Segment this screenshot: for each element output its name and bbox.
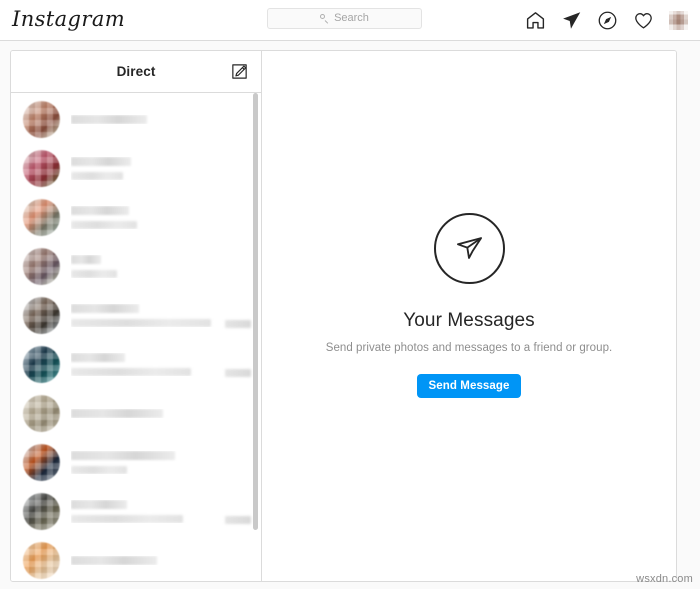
thread-text-redacted: [71, 353, 217, 376]
thread-text-redacted: [71, 206, 251, 229]
thread-timestamp-redacted: [225, 369, 251, 377]
thread-avatar: [23, 444, 60, 481]
thread-row[interactable]: [11, 536, 261, 581]
thread-preview-redacted: [71, 466, 127, 474]
thread-list-column: Direct: [11, 51, 262, 581]
thread-username-redacted: [71, 500, 127, 509]
thread-text-redacted: [71, 409, 251, 418]
thread-avatar: [23, 542, 60, 579]
direct-messages-panel: Direct Your Messages Send private photos…: [10, 50, 677, 582]
thread-username-redacted: [71, 255, 101, 264]
thread-avatar: [23, 248, 60, 285]
thread-text-redacted: [71, 304, 217, 327]
thread-row[interactable]: [11, 95, 261, 144]
thread-list-scrollbar-track[interactable]: [251, 93, 259, 581]
thread-row[interactable]: [11, 389, 261, 438]
watermark: wsxdn.com: [636, 573, 693, 585]
thread-username-redacted: [71, 157, 131, 166]
empty-state-title: Your Messages: [403, 309, 535, 331]
thread-text-redacted: [71, 255, 251, 278]
thread-username-redacted: [71, 409, 163, 418]
thread-row[interactable]: [11, 438, 261, 487]
instagram-logo[interactable]: Instagram: [12, 7, 125, 31]
thread-avatar: [23, 199, 60, 236]
search-placeholder: Search: [334, 12, 369, 24]
direct-paper-plane-icon[interactable]: [561, 10, 582, 31]
thread-timestamp-redacted: [225, 320, 251, 328]
direct-title: Direct: [116, 64, 156, 79]
thread-avatar: [23, 346, 60, 383]
home-icon[interactable]: [525, 10, 546, 31]
thread-row[interactable]: [11, 242, 261, 291]
empty-conversation-pane: Your Messages Send private photos and me…: [262, 51, 676, 581]
thread-preview-redacted: [71, 368, 191, 376]
thread-text-redacted: [71, 451, 251, 474]
thread-preview-redacted: [71, 319, 211, 327]
thread-row[interactable]: [11, 291, 261, 340]
thread-avatar: [23, 395, 60, 432]
paper-plane-circle-icon: [433, 212, 505, 284]
thread-username-redacted: [71, 115, 147, 124]
thread-list-header: Direct: [11, 51, 261, 93]
explore-compass-icon[interactable]: [597, 10, 618, 31]
thread-preview-redacted: [71, 270, 117, 278]
thread-username-redacted: [71, 353, 125, 362]
thread-text-redacted: [71, 556, 251, 565]
thread-row[interactable]: [11, 340, 261, 389]
thread-username-redacted: [71, 451, 175, 460]
empty-state-subtitle: Send private photos and messages to a fr…: [325, 341, 613, 354]
thread-avatar: [23, 101, 60, 138]
thread-preview-redacted: [71, 172, 123, 180]
search-icon: [320, 14, 329, 23]
nav-icon-group: [525, 0, 688, 41]
thread-row[interactable]: [11, 193, 261, 242]
thread-row[interactable]: [11, 487, 261, 536]
thread-preview-redacted: [71, 515, 183, 523]
thread-avatar: [23, 150, 60, 187]
thread-text-redacted: [71, 500, 217, 523]
thread-avatar: [23, 493, 60, 530]
profile-avatar[interactable]: [669, 11, 688, 30]
compose-new-message-icon[interactable]: [229, 62, 249, 82]
top-navigation-bar: Instagram Search: [0, 0, 700, 41]
thread-text-redacted: [71, 157, 251, 180]
activity-heart-icon[interactable]: [633, 10, 654, 31]
thread-username-redacted: [71, 304, 139, 313]
thread-list[interactable]: [11, 93, 261, 581]
thread-timestamp-redacted: [225, 516, 251, 524]
search-input[interactable]: Search: [267, 8, 422, 29]
thread-avatar: [23, 297, 60, 334]
send-message-button[interactable]: Send Message: [417, 373, 521, 398]
thread-username-redacted: [71, 556, 157, 565]
thread-list-scrollbar-thumb[interactable]: [252, 93, 258, 530]
instagram-direct-page: Instagram Search Direct Your Messages Se…: [0, 0, 700, 589]
thread-text-redacted: [71, 115, 251, 124]
thread-username-redacted: [71, 206, 129, 215]
thread-preview-redacted: [71, 221, 137, 229]
thread-row[interactable]: [11, 144, 261, 193]
